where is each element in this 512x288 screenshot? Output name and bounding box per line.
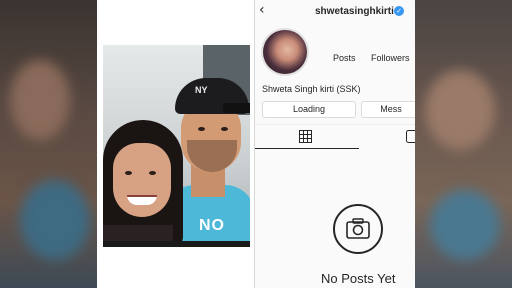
- woman-eye: [125, 171, 132, 175]
- instagram-profile-panel: ‹ shwetasinghkirti ✓ Posts Followers Shw…: [254, 0, 415, 288]
- tab-posts-grid[interactable]: [255, 125, 359, 149]
- tagged-icon: [406, 130, 415, 143]
- back-chevron-icon[interactable]: ‹: [259, 2, 265, 18]
- profile-header: ‹ shwetasinghkirti ✓: [255, 0, 415, 24]
- blur-shape: [425, 70, 495, 150]
- followers-stat-label[interactable]: Followers: [371, 53, 410, 63]
- woman-eye: [149, 171, 156, 175]
- man-eye: [198, 127, 205, 131]
- blur-shape: [20, 180, 90, 260]
- message-button[interactable]: Mess: [361, 101, 415, 118]
- blurred-background-right: [415, 0, 512, 288]
- profile-tabs: [255, 124, 415, 149]
- follow-button[interactable]: Loading: [262, 101, 356, 118]
- photo-panel: NO NY: [97, 0, 254, 288]
- photo-bottom-bar: [103, 241, 250, 247]
- woman-face: [113, 143, 171, 217]
- profile-display-name: Shweta Singh kirti (SSK): [262, 84, 361, 94]
- blur-shape: [10, 60, 70, 140]
- couple-photo: NO NY: [103, 45, 250, 247]
- verified-badge-icon: ✓: [394, 6, 404, 16]
- man-eye: [221, 127, 228, 131]
- grid-icon: [299, 130, 312, 143]
- tab-tagged[interactable]: [359, 125, 415, 149]
- profile-username: shwetasinghkirti: [315, 6, 394, 17]
- posts-stat-label[interactable]: Posts: [333, 53, 356, 63]
- blurred-background-left: [0, 0, 97, 288]
- shirt-print-text: NO: [199, 217, 225, 234]
- avatar-image: [263, 30, 307, 74]
- camera-icon: [333, 204, 383, 254]
- cap-logo-text: NY: [195, 85, 208, 95]
- empty-posts-text: No Posts Yet: [321, 271, 396, 286]
- cap-brim: [223, 103, 250, 113]
- profile-avatar[interactable]: [261, 28, 309, 76]
- blur-shape: [430, 190, 500, 260]
